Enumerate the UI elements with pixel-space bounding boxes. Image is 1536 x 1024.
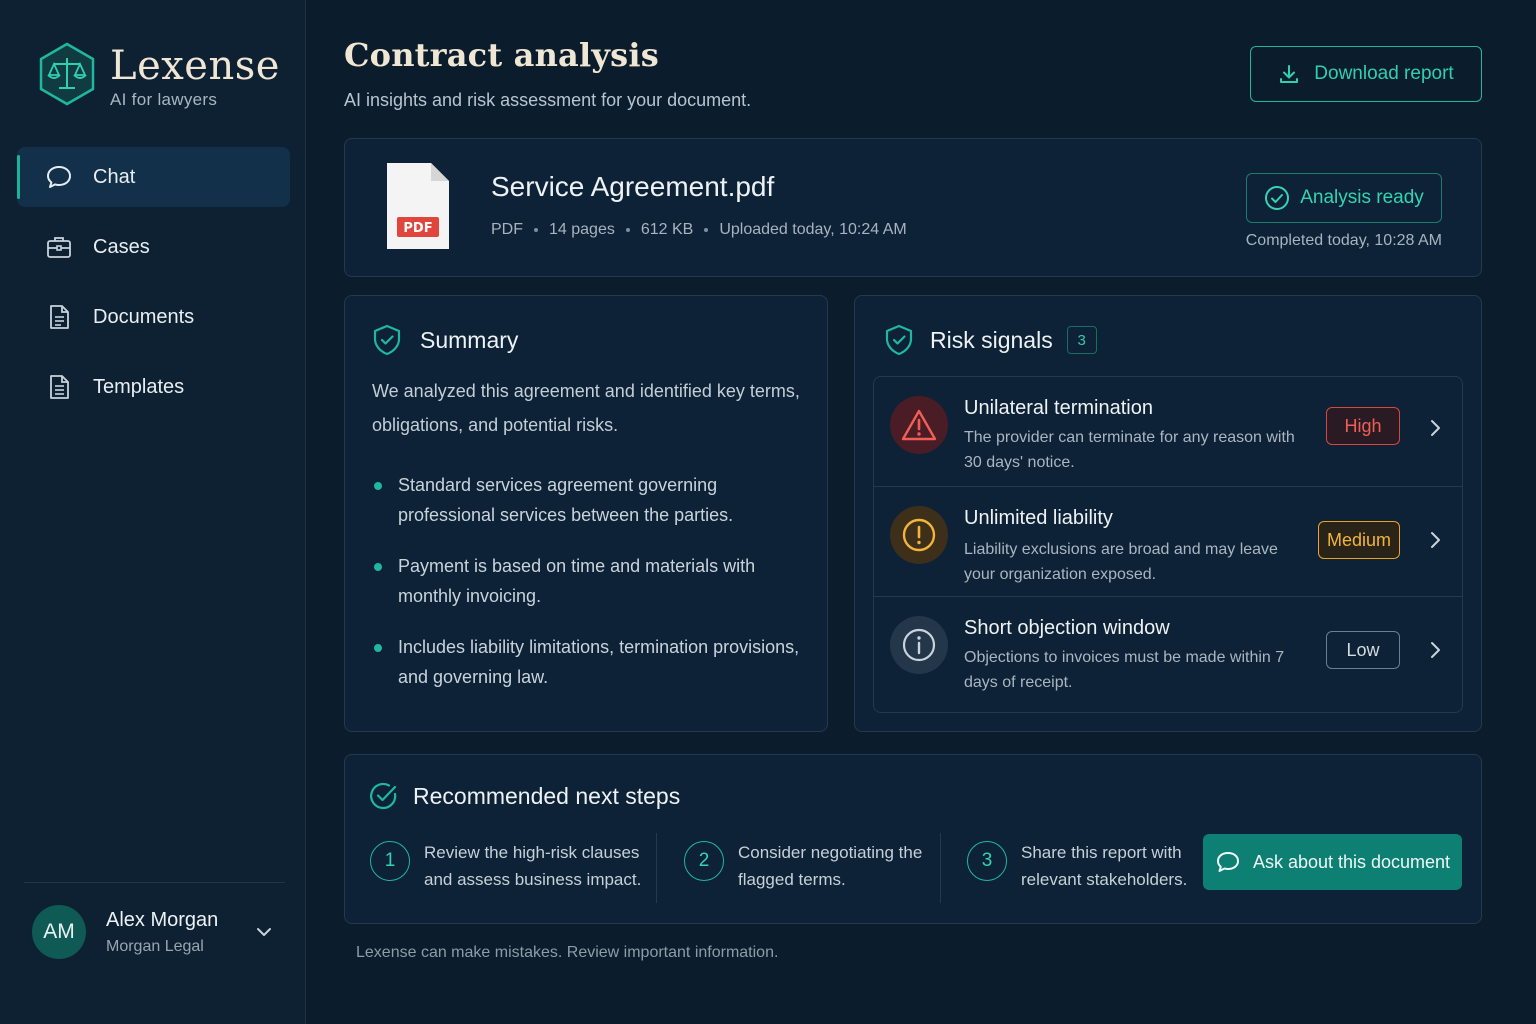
shield-check-icon: [373, 324, 401, 356]
alert-circle-icon: [890, 506, 948, 564]
chat-bubble-icon: [1216, 852, 1239, 872]
summary-points: Standard services agreement governing pr…: [372, 470, 812, 713]
pdf-icon-label: PDF: [403, 221, 432, 236]
file-size: 612 KB: [640, 221, 694, 238]
summary-title: Summary: [420, 326, 519, 353]
summary-header: Summary: [372, 324, 518, 356]
status-label: Analysis ready: [1300, 187, 1424, 208]
step-item-3: 3 Share this report with relevant stakeh…: [967, 839, 1201, 893]
risk-item-desc: The provider can terminate for any reaso…: [964, 429, 1295, 471]
step-number: 3: [967, 841, 1007, 881]
file-card: PDF Service Agreement.pdf PDF 14 pages 6…: [344, 138, 1482, 277]
step-item-1: 1 Review the high-risk clauses and asses…: [370, 839, 646, 893]
next-steps-card: Recommended next steps 1 Review the high…: [344, 754, 1482, 924]
sidebar-item-cases[interactable]: Cases: [17, 217, 290, 277]
risk-count-badge: 3: [1066, 326, 1097, 354]
briefcase-icon: [45, 233, 73, 261]
steps-header: Recommended next steps: [369, 781, 680, 811]
meta-separator: [534, 228, 538, 232]
sidebar-divider: [24, 882, 285, 883]
step-divider: [940, 833, 941, 903]
check-circle-icon: [370, 782, 397, 810]
completed-time: Completed today, 10:28 AM: [1245, 232, 1442, 249]
sidebar-item-documents[interactable]: Documents: [17, 287, 290, 347]
user-name: Alex Morgan: [106, 908, 219, 931]
risk-item-title: Unilateral termination: [964, 397, 1153, 419]
list-item: Includes liability limitations, terminat…: [372, 632, 812, 692]
step-number: 2: [684, 841, 724, 881]
risk-header: Risk signals 3: [884, 324, 1097, 356]
risk-item-desc: Objections to invoices must be made with…: [964, 649, 1285, 691]
brand-name: Lexense: [110, 43, 280, 89]
risk-item-title: Unlimited liability: [964, 507, 1113, 529]
chat-bubble-icon: [45, 163, 73, 191]
risk-item-desc: Liability exclusions are broad and may l…: [964, 541, 1278, 583]
sidebar-item-label: Documents: [93, 305, 195, 328]
step-text: Consider negotiating the flagged terms.: [738, 843, 923, 889]
meta-separator: [625, 228, 630, 232]
page-title: Contract analysis: [344, 36, 659, 74]
step-divider: [656, 833, 657, 903]
step-text: Review the high-risk clauses and assess …: [424, 843, 642, 889]
list-item: Standard services agreement governing pr…: [372, 470, 812, 530]
summary-intro: We analyzed this agreement and identifie…: [372, 381, 800, 435]
meta-separator: [704, 228, 709, 232]
pdf-file-icon: PDF: [387, 163, 449, 249]
shield-check-icon: [885, 324, 913, 356]
risk-row-unilateral-termination[interactable]: Unilateral termination The provider can …: [874, 377, 1462, 487]
risk-list: Unilateral termination The provider can …: [873, 376, 1463, 713]
download-report-label: Download report: [1314, 63, 1454, 84]
page-subtitle: AI insights and risk assessment for your…: [344, 90, 752, 110]
chevron-right-icon[interactable]: [1426, 639, 1444, 661]
summary-card: Summary We analyzed this agreement and i…: [344, 295, 828, 732]
scales-logo-icon: [39, 42, 95, 106]
step-item-2: 2 Consider negotiating the flagged terms…: [684, 839, 928, 893]
step-number: 1: [370, 841, 410, 881]
risk-row-short-objection-window[interactable]: Short objection window Objections to inv…: [874, 597, 1462, 712]
sidebar-nav: Chat Cases Documents Templates: [17, 147, 290, 427]
file-meta: PDF 14 pages 612 KB Uploaded today, 10:2…: [491, 221, 907, 239]
risk-signals-card: Risk signals 3 Unilateral termination Th…: [854, 295, 1482, 732]
severity-badge-low: Low: [1326, 631, 1400, 669]
sidebar-item-templates[interactable]: Templates: [17, 357, 290, 417]
steps-title: Recommended next steps: [413, 782, 681, 809]
file-name: Service Agreement.pdf: [491, 171, 775, 202]
sidebar-item-label: Templates: [93, 375, 185, 398]
sidebar-item-label: Chat: [93, 165, 136, 188]
sidebar-item-label: Cases: [93, 235, 150, 258]
chevron-down-icon[interactable]: [254, 922, 274, 942]
step-text: Share this report with relevant stakehol…: [1021, 843, 1188, 889]
list-item: Payment is based on time and materials w…: [372, 551, 812, 611]
document-icon: [45, 303, 73, 331]
file-uploaded: Uploaded today, 10:24 AM: [719, 221, 907, 238]
warning-triangle-icon: [890, 396, 948, 454]
user-org: Morgan Legal: [106, 937, 204, 955]
file-pages: 14 pages: [549, 221, 615, 238]
severity-badge-high: High: [1326, 407, 1400, 445]
risk-item-title: Short objection window: [964, 617, 1170, 639]
status-badge: Analysis ready: [1246, 173, 1442, 223]
file-type: PDF: [491, 221, 523, 238]
sidebar-item-chat[interactable]: Chat: [17, 147, 290, 207]
chevron-right-icon[interactable]: [1426, 529, 1444, 551]
avatar: AM: [32, 905, 86, 959]
sidebar: Lexense AI for lawyers Chat Cases Docume…: [0, 0, 306, 1024]
brand-tagline: AI for lawyers: [110, 90, 218, 109]
ask-about-document-label: Ask about this document: [1252, 851, 1451, 872]
disclaimer: Lexense can make mistakes. Review import…: [356, 944, 779, 961]
download-icon: [1280, 65, 1299, 83]
ask-about-document-button[interactable]: Ask about this document: [1203, 834, 1462, 890]
download-report-button[interactable]: Download report: [1250, 46, 1482, 102]
template-icon: [45, 373, 73, 401]
check-circle-icon: [1265, 186, 1290, 210]
brand[interactable]: Lexense AI for lawyers: [38, 42, 280, 110]
user-menu[interactable]: AM Alex Morgan Morgan Legal: [32, 904, 282, 960]
risk-title: Risk signals: [930, 326, 1053, 353]
info-circle-icon: [890, 616, 948, 674]
risk-row-unlimited-liability[interactable]: Unlimited liability Liability exclusions…: [874, 487, 1462, 597]
chevron-right-icon[interactable]: [1426, 417, 1444, 439]
severity-badge-medium: Medium: [1318, 521, 1400, 559]
